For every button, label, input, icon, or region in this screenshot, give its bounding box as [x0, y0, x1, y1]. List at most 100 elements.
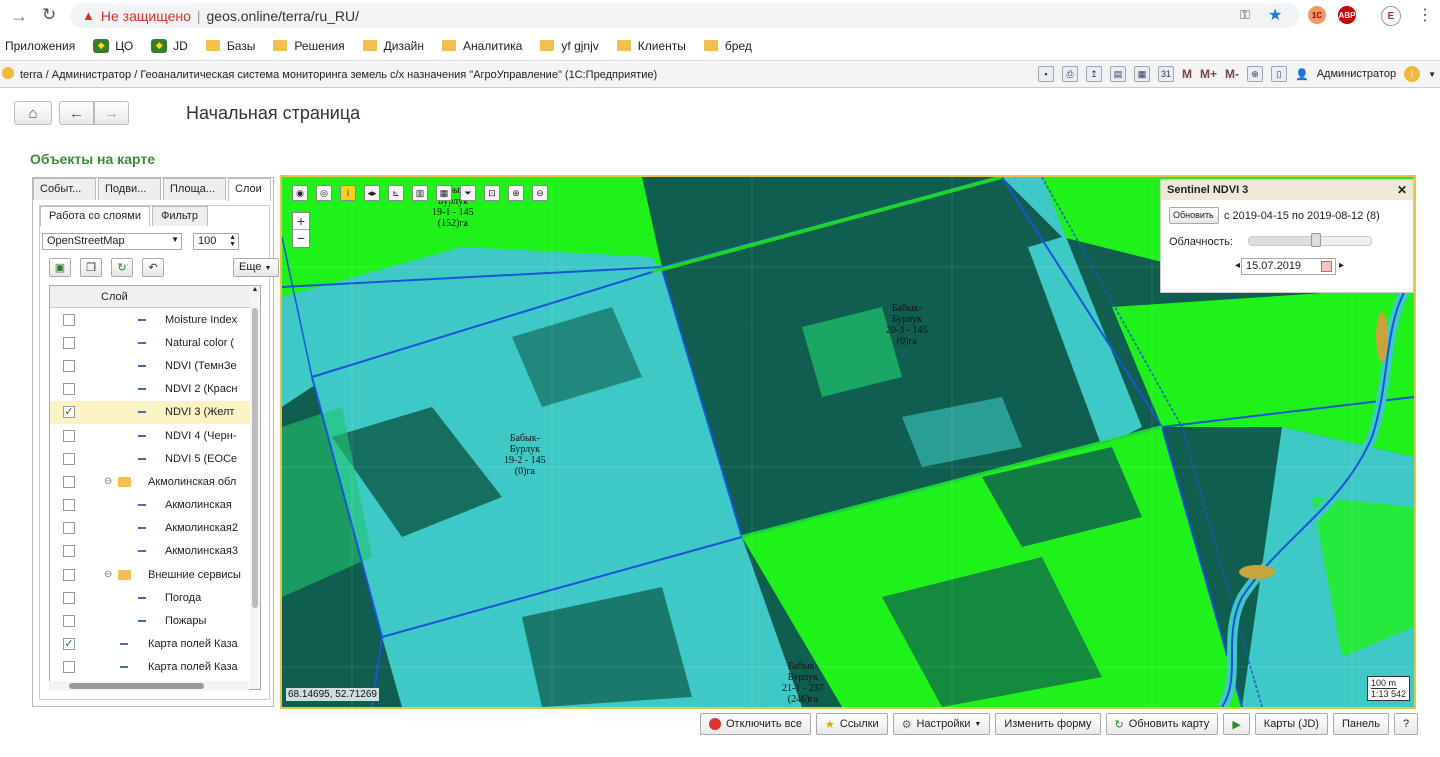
maps-jd-button[interactable]: Карты (JD) — [1254, 713, 1328, 735]
bookmark-klienty[interactable]: Клиенты — [616, 39, 686, 53]
profile-avatar[interactable]: E — [1381, 6, 1401, 26]
panel-icon[interactable]: ▯ — [1271, 66, 1287, 82]
panel-button[interactable]: Панель — [1332, 713, 1389, 735]
table-icon[interactable]: ▦ — [1133, 66, 1150, 82]
layer-row[interactable]: ✓ NDVI 3 (Желт — [50, 400, 260, 424]
layer-row[interactable]: ⊖ Акмолинская обл — [50, 470, 260, 493]
checkbox-checked[interactable]: ✓ — [63, 638, 75, 651]
info-tool-icon[interactable]: i — [340, 185, 356, 201]
tab-layers[interactable]: Слои — [228, 178, 271, 201]
scroll-up-icon[interactable]: ▲ — [250, 286, 260, 293]
forward-icon[interactable]: → — [10, 6, 28, 27]
print-icon[interactable]: ⎙ — [1061, 66, 1078, 82]
globe-icon[interactable]: ◉ — [292, 185, 308, 201]
bookmark-apps[interactable]: Приложения — [5, 39, 75, 53]
export-icon[interactable]: ↥ — [1085, 66, 1102, 82]
copy-button[interactable]: ❐ — [80, 258, 102, 277]
home-button[interactable]: ⌂ — [14, 101, 52, 125]
layer-row[interactable]: Карта полей Каза — [50, 656, 260, 679]
checkbox[interactable] — [63, 383, 75, 396]
extension-1c-icon[interactable]: 1C — [1308, 6, 1326, 24]
back-button[interactable]: ← — [59, 101, 94, 125]
memory-m-button[interactable]: M — [1182, 67, 1192, 81]
print-preview-icon[interactable]: ▤ — [1109, 66, 1126, 82]
building-icon[interactable]: ▥ — [412, 185, 428, 201]
slider-knob[interactable] — [1311, 233, 1322, 247]
more-button[interactable]: Еще ▼ — [233, 258, 279, 277]
subtab-filter[interactable]: Фильтр — [151, 206, 208, 226]
reload-icon[interactable]: ↻ — [42, 5, 56, 25]
scroll-thumb[interactable] — [252, 308, 258, 608]
close-icon[interactable]: ✕ — [1397, 183, 1407, 197]
layer-row[interactable]: Акмолинская — [50, 494, 260, 517]
memory-mminus-button[interactable]: M- — [1225, 67, 1239, 81]
opacity-stepper[interactable]: 100 ▲ ▼ — [193, 233, 239, 250]
zoom-out-button[interactable]: − — [293, 230, 309, 247]
target-icon[interactable]: ◎ — [316, 185, 332, 201]
cloud-slider[interactable] — [1248, 233, 1372, 247]
zoom-in-button[interactable]: + — [293, 213, 309, 230]
calendar-picker-icon[interactable] — [1321, 261, 1332, 272]
checkbox[interactable] — [63, 499, 75, 512]
checkbox[interactable] — [63, 313, 75, 326]
map-view[interactable]: Бабык- Бурлук 19-1 - 145 (152)га Бабык- Бурл… — [280, 175, 1416, 709]
bookmark-jd[interactable]: ◆ JD — [151, 38, 188, 53]
horizontal-scrollbar[interactable] — [49, 681, 249, 691]
stepper-arrows-icon[interactable]: ▲ ▼ — [229, 234, 236, 248]
refresh-map-button[interactable]: ↻ Обновить карту — [1105, 713, 1219, 735]
play-button[interactable]: ▶ — [1223, 713, 1250, 735]
layer-row[interactable]: Акмолинская3 — [50, 540, 260, 563]
bookmark-analitika[interactable]: Аналитика — [442, 39, 522, 53]
refresh-button[interactable]: ↻ — [111, 258, 133, 277]
layer-row[interactable]: ⊖ Внешние сервисы — [50, 563, 260, 586]
undo-button[interactable]: ↶ — [142, 258, 164, 277]
links-button[interactable]: ★ Ссылки — [816, 713, 888, 735]
checkbox[interactable] — [63, 591, 75, 604]
tab-events[interactable]: Событ... — [33, 178, 96, 200]
basemap-select[interactable]: OpenStreetMap ▼ — [42, 233, 182, 250]
checkbox[interactable] — [63, 336, 75, 349]
bookmark-bazy[interactable]: Базы — [205, 39, 255, 53]
checkbox[interactable] — [63, 568, 75, 581]
bookmark-dizain[interactable]: Дизайн — [362, 39, 424, 53]
help-button[interactable]: ? — [1393, 713, 1419, 735]
user-name[interactable]: Администратор — [1317, 68, 1396, 80]
grid-tool-icon[interactable]: ▦ — [436, 185, 452, 201]
layer-row[interactable]: Пожары — [50, 609, 260, 632]
checkbox[interactable] — [63, 522, 75, 535]
layer-row[interactable]: Moisture Index — [50, 308, 260, 331]
collapse-icon[interactable]: ⊖ — [104, 569, 112, 580]
checkbox[interactable] — [63, 452, 75, 465]
info-icon[interactable]: i — [1404, 66, 1421, 82]
filter-icon[interactable]: ⏷ — [460, 185, 476, 201]
hscroll-thumb[interactable] — [69, 683, 204, 689]
disable-all-button[interactable]: Отключить все — [700, 713, 811, 735]
checkbox-checked[interactable]: ✓ — [63, 406, 75, 419]
bookmark-yf[interactable]: yf gjnjv — [540, 39, 599, 53]
checkbox[interactable] — [63, 359, 75, 372]
collapse-icon[interactable]: ⊖ — [104, 476, 112, 487]
update-button[interactable]: Обновить — [1169, 207, 1219, 224]
settings-button[interactable]: ⚙ Настройки ▼ — [892, 713, 991, 735]
layer-row[interactable]: NDVI 5 (EOCe — [50, 447, 260, 470]
layer-row[interactable]: Natural color ( — [50, 331, 260, 354]
layer-row[interactable]: NDVI 4 (Черн- — [50, 424, 260, 447]
address-bar[interactable]: ▲ Не защищено | geos.online/terra/ru_RU/ — [70, 3, 1300, 28]
bookmark-resheniya[interactable]: Решения — [273, 39, 345, 53]
layer-row[interactable]: Погода — [50, 586, 260, 609]
forward-button[interactable]: → — [94, 101, 129, 125]
save-icon[interactable]: ▪ — [1037, 66, 1054, 82]
url-text[interactable]: geos.online/terra/ru_RU/ — [207, 8, 360, 24]
zoom-icon[interactable]: ⊕ — [1247, 66, 1263, 82]
tab-areas[interactable]: Площа... — [163, 178, 226, 200]
next-date-icon[interactable]: ▸ — [1339, 260, 1344, 271]
zoom-in-tool-icon[interactable]: ⊕ — [508, 185, 524, 201]
select-area-icon[interactable]: ⊡ — [484, 185, 500, 201]
adblock-icon[interactable]: ABP — [1338, 6, 1356, 24]
chevron-down-icon[interactable]: ▼ — [1428, 70, 1436, 79]
layer-row[interactable]: NDVI 2 (Красн — [50, 378, 260, 401]
measure-icon[interactable]: ⊾ — [388, 185, 404, 201]
layer-row[interactable]: ✓ Карта полей Каза — [50, 633, 260, 656]
layers-add-button[interactable]: ▣ — [49, 258, 71, 277]
tab-vehicles[interactable]: Подви... — [98, 178, 161, 200]
